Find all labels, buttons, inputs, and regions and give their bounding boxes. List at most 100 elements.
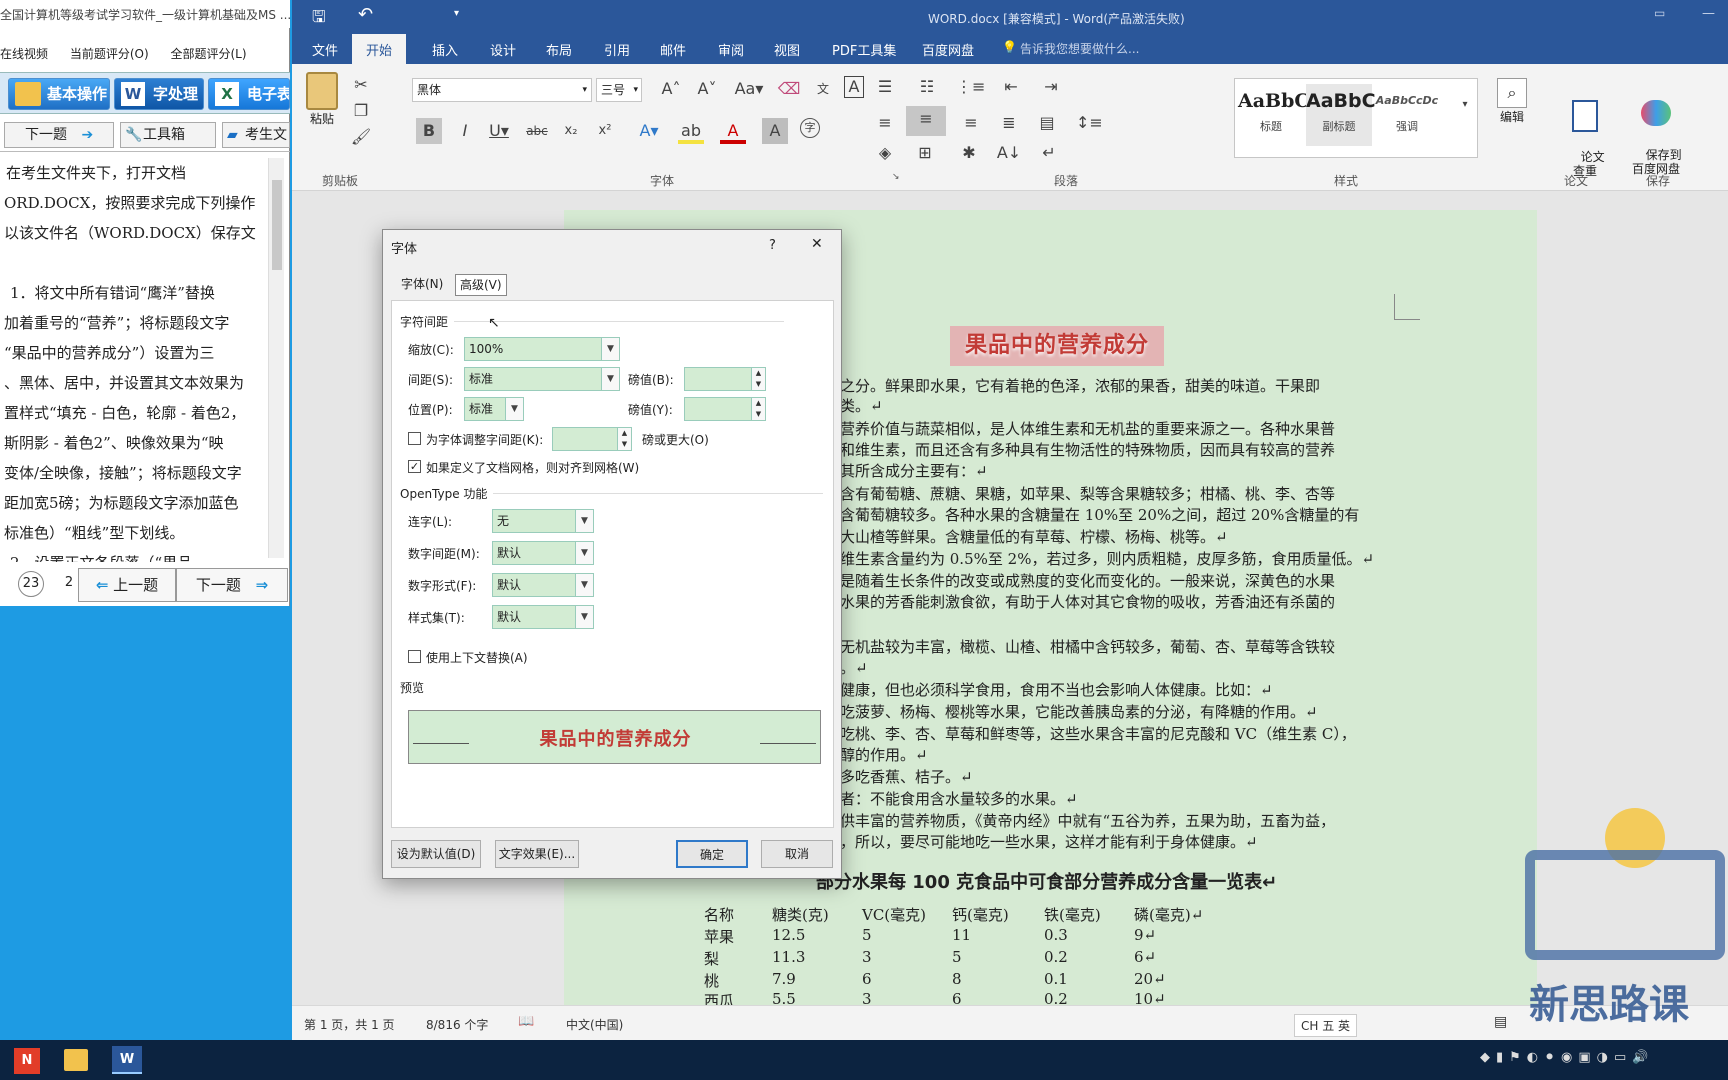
style-subtitle[interactable]: AaBbC 副标题: [1306, 84, 1376, 146]
grid-checkbox[interactable]: ✓: [408, 460, 421, 473]
help-button[interactable]: ?: [769, 238, 776, 253]
menu-online-video[interactable]: 在线视频: [0, 47, 48, 61]
borders-icon[interactable]: ⊞: [912, 140, 938, 166]
shading-icon[interactable]: ◈: [872, 140, 898, 166]
set-default-button[interactable]: 设为默认值(D): [391, 840, 481, 868]
scale-select[interactable]: 100% ▼: [464, 337, 620, 361]
tab-font[interactable]: 字体(N): [397, 274, 447, 296]
tab-home[interactable]: 开始: [352, 34, 407, 64]
number-spacing-select[interactable]: 默认 ▼: [492, 541, 594, 565]
change-case-icon[interactable]: Aa▾: [732, 76, 766, 102]
position-select[interactable]: 标准 ▼: [464, 397, 524, 421]
word-taskbar-icon[interactable]: W: [112, 1046, 142, 1074]
strikethrough-icon[interactable]: abc: [524, 118, 550, 144]
page-number-23[interactable]: 23: [18, 571, 44, 597]
line-spacing-icon[interactable]: ↕≡: [1076, 110, 1103, 136]
tell-me-box[interactable]: 告诉我您想要做什么...: [1020, 40, 1139, 57]
tab-basic-ops[interactable]: 基本操作: [8, 78, 110, 110]
text-effects-button[interactable]: 文字效果(E)...: [495, 840, 579, 868]
stylistic-set-select[interactable]: 默认 ▼: [492, 605, 594, 629]
align-right-icon[interactable]: ≡: [958, 110, 984, 136]
next-question-bottom-button[interactable]: 下一题 ⇒: [176, 568, 288, 602]
shrink-font-icon[interactable]: A˅: [694, 76, 720, 102]
distributed-icon[interactable]: ▤: [1034, 110, 1060, 136]
tab-review[interactable]: 审阅: [718, 40, 744, 59]
numbering-icon[interactable]: ☷: [914, 74, 940, 100]
tray-icons[interactable]: ◆▮⚑◐⚫◉▣◑▭🔊: [1480, 1050, 1654, 1065]
tab-layout[interactable]: 布局: [546, 40, 572, 59]
kerning-checkbox[interactable]: [408, 432, 421, 445]
char-shading-icon[interactable]: A: [762, 118, 788, 144]
tab-file[interactable]: 文件: [312, 40, 338, 59]
language[interactable]: 中文(中国): [566, 1016, 623, 1033]
tab-view[interactable]: 视图: [774, 40, 800, 59]
save-icon[interactable]: 🖫: [312, 6, 326, 33]
font-name-box[interactable]: 黑体 ▾: [412, 78, 592, 102]
menu-score-all[interactable]: 全部题评分(L): [170, 47, 246, 61]
toolbox-button[interactable]: 🔧 工具箱: [120, 122, 216, 148]
bold-icon[interactable]: B: [416, 118, 442, 144]
tab-spreadsheet[interactable]: X 电子表格: [208, 78, 290, 110]
next-question-button[interactable]: 下一题 ➔: [4, 122, 114, 148]
chinese-layout-icon[interactable]: ✱: [956, 140, 982, 166]
number-form-select[interactable]: 默认 ▼: [492, 573, 594, 597]
justify-icon[interactable]: ≣: [996, 110, 1022, 136]
restore-ribbon-icon[interactable]: ▭: [1654, 6, 1665, 20]
subscript-icon[interactable]: x₂: [558, 118, 584, 144]
scrollbar-thumb[interactable]: [272, 180, 282, 270]
qat-dropdown-icon[interactable]: ▾: [454, 8, 459, 19]
underline-icon[interactable]: U▾: [486, 118, 512, 144]
candidate-folder-button[interactable]: ▰ 考生文: [222, 122, 290, 148]
paste-button[interactable]: 粘贴: [300, 72, 344, 142]
decrease-indent-icon[interactable]: ⇤: [998, 74, 1024, 100]
tab-design[interactable]: 设计: [490, 40, 516, 59]
ligature-select[interactable]: 无 ▼: [492, 509, 594, 533]
text-effects-icon[interactable]: A▾: [636, 118, 662, 144]
word-count[interactable]: 8/816 个字: [426, 1016, 488, 1033]
char-border-icon[interactable]: A: [844, 76, 864, 98]
cut-icon[interactable]: ✂: [348, 72, 374, 98]
question-scrollbar[interactable]: [268, 158, 284, 558]
contextual-checkbox[interactable]: [408, 650, 421, 663]
increase-indent-icon[interactable]: ⇥: [1038, 74, 1064, 100]
multilevel-list-icon[interactable]: ⋮≡: [956, 74, 985, 100]
undo-icon[interactable]: ↶: [358, 4, 373, 25]
spinner-arrows-icon[interactable]: ▲ ▼: [751, 368, 765, 390]
styles-more-icon[interactable]: ▾: [1452, 92, 1478, 118]
cancel-button[interactable]: 取消: [761, 840, 833, 868]
spinner-arrows-icon[interactable]: ▲ ▼: [617, 428, 631, 450]
clear-format-icon[interactable]: ⌫: [776, 76, 802, 102]
spacing-select[interactable]: 标准 ▼: [464, 367, 620, 391]
tab-insert[interactable]: 插入: [432, 40, 458, 59]
proofing-icon[interactable]: 📖: [518, 1014, 534, 1029]
font-color-icon[interactable]: A: [720, 118, 746, 144]
highlight-icon[interactable]: ab: [678, 118, 704, 144]
grow-font-icon[interactable]: A˄: [658, 76, 684, 102]
tab-word-processing[interactable]: W 字处理: [114, 78, 204, 110]
copy-icon[interactable]: ❐: [348, 98, 374, 124]
spinner-arrows-icon[interactable]: ▲ ▼: [751, 398, 765, 420]
minimize-icon[interactable]: —: [1702, 6, 1715, 21]
show-marks-icon[interactable]: ↵: [1036, 140, 1062, 166]
menu-score-current[interactable]: 当前题评分(O): [70, 47, 149, 61]
bullets-icon[interactable]: ☰: [872, 74, 898, 100]
app-n-icon[interactable]: N: [14, 1048, 40, 1074]
edit-button[interactable]: ⌕ 编辑: [1490, 78, 1534, 125]
font-size-box[interactable]: 三号 ▾: [596, 78, 642, 102]
page-number-2[interactable]: 2: [60, 571, 78, 597]
ime-indicator[interactable]: CH 五 英: [1294, 1014, 1358, 1037]
tab-pdf-tools[interactable]: PDF工具集: [832, 40, 896, 59]
page-count[interactable]: 第 1 页，共 1 页: [304, 1016, 395, 1033]
font-dialog-launcher-icon[interactable]: ↘: [892, 172, 900, 182]
style-emphasis[interactable]: AaBbCcDc 强调: [1374, 84, 1440, 146]
tab-baidu-netdisk[interactable]: 百度网盘: [922, 40, 974, 59]
document-heading[interactable]: 果品中的营养成分: [950, 326, 1164, 366]
file-explorer-icon[interactable]: [64, 1049, 88, 1071]
format-painter-icon[interactable]: 🖌: [348, 124, 374, 150]
tab-advanced[interactable]: 高级(V): [455, 274, 507, 296]
enclose-char-icon[interactable]: 字: [800, 118, 820, 138]
sort-icon[interactable]: A↓: [996, 140, 1022, 166]
italic-icon[interactable]: I: [452, 118, 478, 144]
align-left-icon[interactable]: ≡: [872, 110, 898, 136]
tab-mailings[interactable]: 邮件: [660, 40, 686, 59]
